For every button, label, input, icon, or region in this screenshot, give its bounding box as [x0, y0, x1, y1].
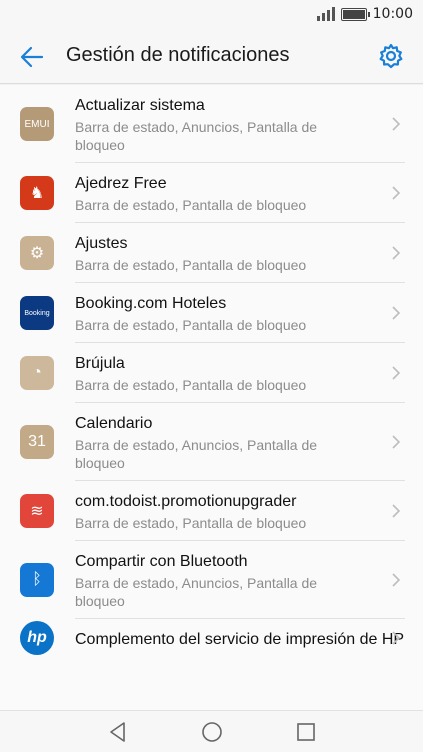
status-time: 10:00 — [372, 6, 413, 22]
booking-icon: Booking — [20, 296, 54, 330]
list-item[interactable]: hp Complemento del servicio de impresión … — [0, 619, 423, 657]
list-item[interactable]: ⚙ Ajustes Barra de estado, Pantalla de blo… — [0, 223, 423, 283]
list-item[interactable]: ᛒ Compartir con Bluetooth Barra de estado,… — [0, 541, 423, 619]
list-item-text: Brújula Barra de estado, Pantalla de bloq… — [75, 343, 405, 403]
app-name: Ajustes — [75, 235, 128, 252]
chevron-right-icon — [392, 306, 401, 320]
app-list[interactable]: EMUI Actualizar sistema Barra de estado, A… — [0, 85, 423, 710]
list-item-text: Ajustes Barra de estado, Pantalla de bloq… — [75, 223, 405, 283]
app-name: Actualizar sistema — [75, 97, 205, 114]
list-item-text: Complemento del servicio de impresión de… — [75, 619, 423, 657]
chevron-right-icon — [392, 366, 401, 380]
app-notification-types: Barra de estado, Pantalla de bloqueo — [75, 257, 307, 273]
chevron-right-icon — [392, 573, 401, 587]
list-item-text: Compartir con Bluetooth Barra de estado, … — [75, 541, 405, 619]
app-name: Complemento del servicio de impresión de… — [75, 631, 405, 648]
app-notification-types: Barra de estado, Anuncios, Pantalla de b… — [75, 119, 318, 153]
nav-recents-icon[interactable] — [294, 720, 318, 744]
emui-icon: EMUI — [20, 107, 54, 141]
app-header: Gestión de notificaciones — [0, 30, 423, 84]
bluetooth-icon: ᛒ — [20, 563, 54, 597]
nav-home-icon[interactable] — [200, 720, 224, 744]
page-title: Gestión de notificaciones — [66, 44, 290, 66]
app-notification-types: Barra de estado, Pantalla de bloqueo — [75, 377, 307, 393]
app-notification-types: Barra de estado, Pantalla de bloqueo — [75, 515, 307, 531]
nav-back-icon[interactable] — [106, 720, 130, 744]
list-item-text: Ajedrez Free Barra de estado, Pantalla de… — [75, 163, 405, 223]
status-icons: 10:00 — [316, 6, 413, 22]
hp-icon: hp — [20, 621, 54, 655]
app-name: Calendario — [75, 415, 153, 432]
back-arrow-icon[interactable] — [18, 43, 46, 71]
settings-app-icon: ⚙ — [20, 236, 54, 270]
app-notification-types: Barra de estado, Anuncios, Pantalla de b… — [75, 575, 318, 609]
todoist-icon: ≋ — [20, 494, 54, 528]
app-notification-types: Barra de estado, Pantalla de bloqueo — [75, 197, 307, 213]
app-name: com.todoist.promotionupgrader — [75, 493, 297, 510]
app-notification-types: Barra de estado, Anuncios, Pantalla de b… — [75, 437, 318, 471]
chevron-right-icon — [392, 186, 401, 200]
list-item[interactable]: EMUI Actualizar sistema Barra de estado, A… — [0, 85, 423, 163]
app-name: Booking.com Hoteles — [75, 295, 227, 312]
chess-knight-icon: ♞ — [20, 176, 54, 210]
list-item[interactable]: 31 Calendario Barra de estado, Anuncios, P… — [0, 403, 423, 481]
chevron-right-icon — [392, 435, 401, 449]
battery-icon — [340, 7, 370, 21]
list-item-text: Calendario Barra de estado, Anuncios, Pan… — [75, 403, 405, 481]
app-name: Brújula — [75, 355, 125, 372]
chevron-right-icon — [392, 117, 401, 131]
navigation-bar — [0, 710, 423, 752]
list-item-text: Actualizar sistema Barra de estado, Anunc… — [75, 85, 405, 163]
status-bar: 10:00 — [0, 0, 423, 30]
chevron-right-icon — [392, 246, 401, 260]
list-item-text: Booking.com Hoteles Barra de estado, Pant… — [75, 283, 405, 343]
list-item[interactable]: Booking Booking.com Hoteles Barra de estad… — [0, 283, 423, 343]
app-name: Compartir con Bluetooth — [75, 553, 248, 570]
list-item[interactable]: ◔ Brújula Barra de estado, Pantalla de blo… — [0, 343, 423, 403]
gear-icon[interactable] — [377, 42, 405, 70]
signal-icon — [316, 7, 335, 21]
chevron-right-icon — [392, 504, 401, 518]
app-notification-types: Barra de estado, Pantalla de bloqueo — [75, 317, 307, 333]
list-item[interactable]: ≋ com.todoist.promotionupgrader Barra de e… — [0, 481, 423, 541]
compass-icon: ◔ — [20, 356, 54, 390]
app-name: Ajedrez Free — [75, 175, 167, 192]
calendar-icon: 31 — [20, 425, 54, 459]
list-item[interactable]: ♞ Ajedrez Free Barra de estado, Pantalla d… — [0, 163, 423, 223]
list-item-text: com.todoist.promotionupgrader Barra de es… — [75, 481, 405, 541]
chevron-right-icon — [392, 631, 401, 645]
